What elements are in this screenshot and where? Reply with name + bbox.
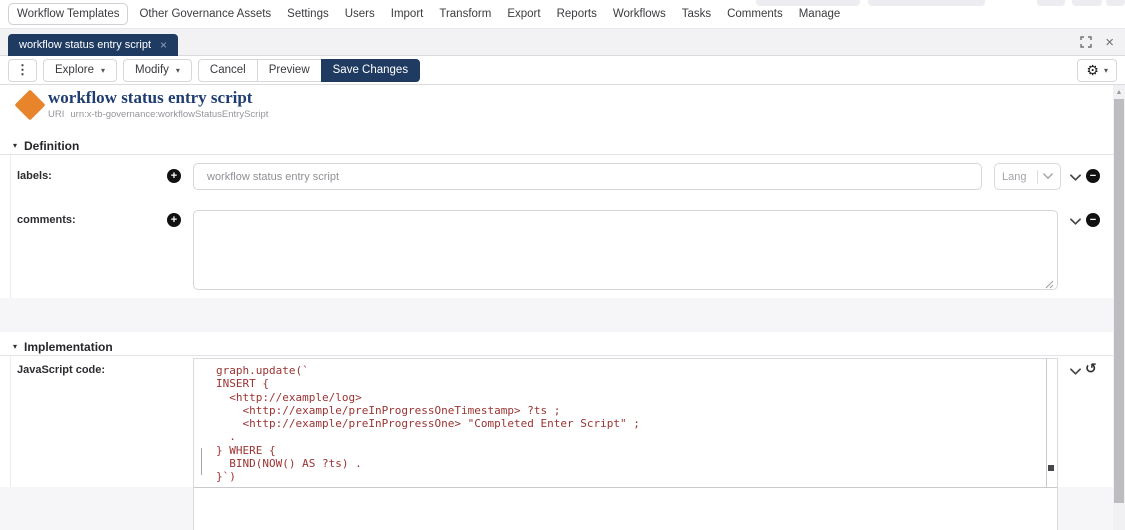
editor-scrollbar-thumb[interactable]	[1048, 465, 1054, 471]
action-button-group: Cancel Preview Save Changes	[198, 59, 420, 82]
page-scrollbar-thumb[interactable]	[1114, 99, 1124, 503]
panel-controls: ×	[1080, 36, 1114, 48]
remove-comment-button[interactable]: −	[1086, 213, 1100, 227]
uri-value: urn:x-tb-governance:workflowStatusEntryS…	[70, 109, 268, 120]
diamond-shape	[14, 89, 45, 120]
comments-field-label: comments:	[17, 214, 76, 226]
code-line: graph.update(`	[216, 364, 1057, 377]
section-definition-label: Definition	[24, 139, 79, 153]
caret-down-icon: ▾	[1104, 66, 1108, 75]
code-line: BIND(NOW() AS ?ts) .	[216, 457, 1057, 470]
nav-item-workflow-templates[interactable]: Workflow Templates	[8, 3, 128, 25]
nav-item-comments[interactable]: Comments	[719, 4, 791, 24]
ghost-tab-stub	[1037, 0, 1065, 6]
form-left-border	[10, 356, 11, 487]
remove-label-button[interactable]: −	[1086, 169, 1100, 183]
preview-button[interactable]: Preview	[257, 59, 322, 82]
section-implementation-label: Implementation	[24, 340, 113, 354]
section-implementation-header[interactable]: ▾ Implementation	[0, 332, 1113, 356]
editor-scrollbar[interactable]	[1046, 359, 1054, 487]
add-comment-button[interactable]: +	[167, 213, 181, 227]
toolbar: ⋮ Explore ▾ Modify ▾ Cancel Preview Save…	[0, 56, 1125, 85]
divider	[1037, 170, 1038, 184]
section-definition-header[interactable]: ▾ Definition	[0, 131, 1113, 155]
resize-handle-icon[interactable]	[1044, 276, 1054, 286]
kebab-icon: ⋮	[16, 62, 29, 78]
modify-button[interactable]: Modify ▾	[123, 59, 192, 82]
collapse-code-row-button[interactable]	[1068, 366, 1082, 378]
collapse-triangle-icon: ▾	[13, 141, 17, 150]
asset-type-icon	[14, 89, 46, 121]
lang-select[interactable]: Lang	[994, 163, 1061, 190]
code-editor[interactable]: graph.update(` INSERT { <http://example/…	[193, 358, 1058, 530]
code-line: INSERT {	[216, 377, 1057, 390]
nav-item-tasks[interactable]: Tasks	[674, 4, 719, 24]
text-cursor	[201, 448, 202, 475]
code-line: <http://example/log>	[216, 391, 1057, 404]
chevron-down-icon	[1043, 173, 1053, 180]
page-scrollbar[interactable]: ▲	[1113, 85, 1125, 530]
settings-button[interactable]: ⚙ ▾	[1077, 59, 1117, 82]
document-tab-label: workflow status entry script	[19, 39, 151, 51]
code-line: .	[216, 430, 1057, 443]
nav-item-transform[interactable]: Transform	[431, 4, 499, 24]
tab-close-icon[interactable]: ×	[160, 39, 167, 51]
explore-button[interactable]: Explore ▾	[43, 59, 117, 82]
code-line: } WHERE {	[216, 444, 1057, 457]
explore-label: Explore	[55, 64, 94, 76]
tab-strip: workflow status entry script × ×	[0, 29, 1125, 56]
lang-placeholder: Lang	[1002, 171, 1026, 183]
code-line: <http://example/preInProgressOneTimestam…	[216, 404, 1057, 417]
uri-label: URI	[48, 109, 64, 120]
collapse-labels-row-button[interactable]	[1068, 172, 1082, 184]
app-window: Workflow Templates Other Governance Asse…	[0, 0, 1125, 530]
editor-divider	[194, 487, 1057, 488]
labels-input[interactable]	[193, 163, 982, 190]
save-changes-label: Save Changes	[333, 64, 408, 76]
scroll-up-arrow[interactable]: ▲	[1113, 85, 1125, 99]
primary-nav: Workflow Templates Other Governance Asse…	[0, 0, 1125, 29]
code-line: }`)	[216, 470, 1057, 483]
ghost-tab-stub	[1106, 0, 1125, 6]
comments-textarea[interactable]	[193, 210, 1058, 290]
nav-item-other-governance-assets[interactable]: Other Governance Assets	[131, 4, 279, 24]
cancel-label: Cancel	[210, 64, 246, 76]
nav-item-users[interactable]: Users	[337, 4, 383, 24]
nav-item-import[interactable]: Import	[383, 4, 432, 24]
ghost-tab-stub	[756, 0, 860, 6]
undo-button[interactable]: ↺	[1085, 361, 1097, 377]
labels-field-label: labels:	[17, 170, 52, 182]
gear-icon: ⚙	[1086, 63, 1099, 77]
code-content: graph.update(` INSERT { <http://example/…	[194, 359, 1057, 484]
collapse-triangle-icon: ▾	[13, 342, 17, 351]
panel-close-icon[interactable]: ×	[1105, 37, 1114, 48]
collapse-comments-row-button[interactable]	[1068, 216, 1082, 228]
document-tab[interactable]: workflow status entry script ×	[8, 34, 178, 56]
nav-item-settings[interactable]: Settings	[279, 4, 337, 24]
ghost-tab-stub	[868, 0, 985, 6]
nav-item-reports[interactable]: Reports	[549, 4, 605, 24]
form-left-border	[10, 155, 11, 298]
section-gap	[0, 298, 1113, 332]
save-changes-button[interactable]: Save Changes	[321, 59, 420, 82]
modify-label: Modify	[135, 64, 169, 76]
preview-label: Preview	[269, 64, 310, 76]
caret-down-icon: ▾	[176, 66, 180, 75]
form-panel: workflow status entry script URI urn:x-t…	[0, 85, 1113, 530]
nav-item-workflows[interactable]: Workflows	[605, 4, 674, 24]
page-title: workflow status entry script	[48, 88, 252, 108]
nav-item-export[interactable]: Export	[499, 4, 548, 24]
nav-item-manage[interactable]: Manage	[791, 4, 849, 24]
add-label-button[interactable]: +	[167, 169, 181, 183]
code-line: <http://example/preInProgressOne> "Compl…	[216, 417, 1057, 430]
asset-uri: URI urn:x-tb-governance:workflowStatusEn…	[48, 109, 268, 120]
overflow-menu-button[interactable]: ⋮	[8, 59, 37, 82]
expand-icon[interactable]	[1080, 36, 1092, 48]
cancel-button[interactable]: Cancel	[198, 59, 258, 82]
caret-down-icon: ▾	[101, 66, 105, 75]
ghost-tab-stub	[1072, 0, 1102, 6]
javascript-code-field-label: JavaScript code:	[17, 364, 105, 376]
